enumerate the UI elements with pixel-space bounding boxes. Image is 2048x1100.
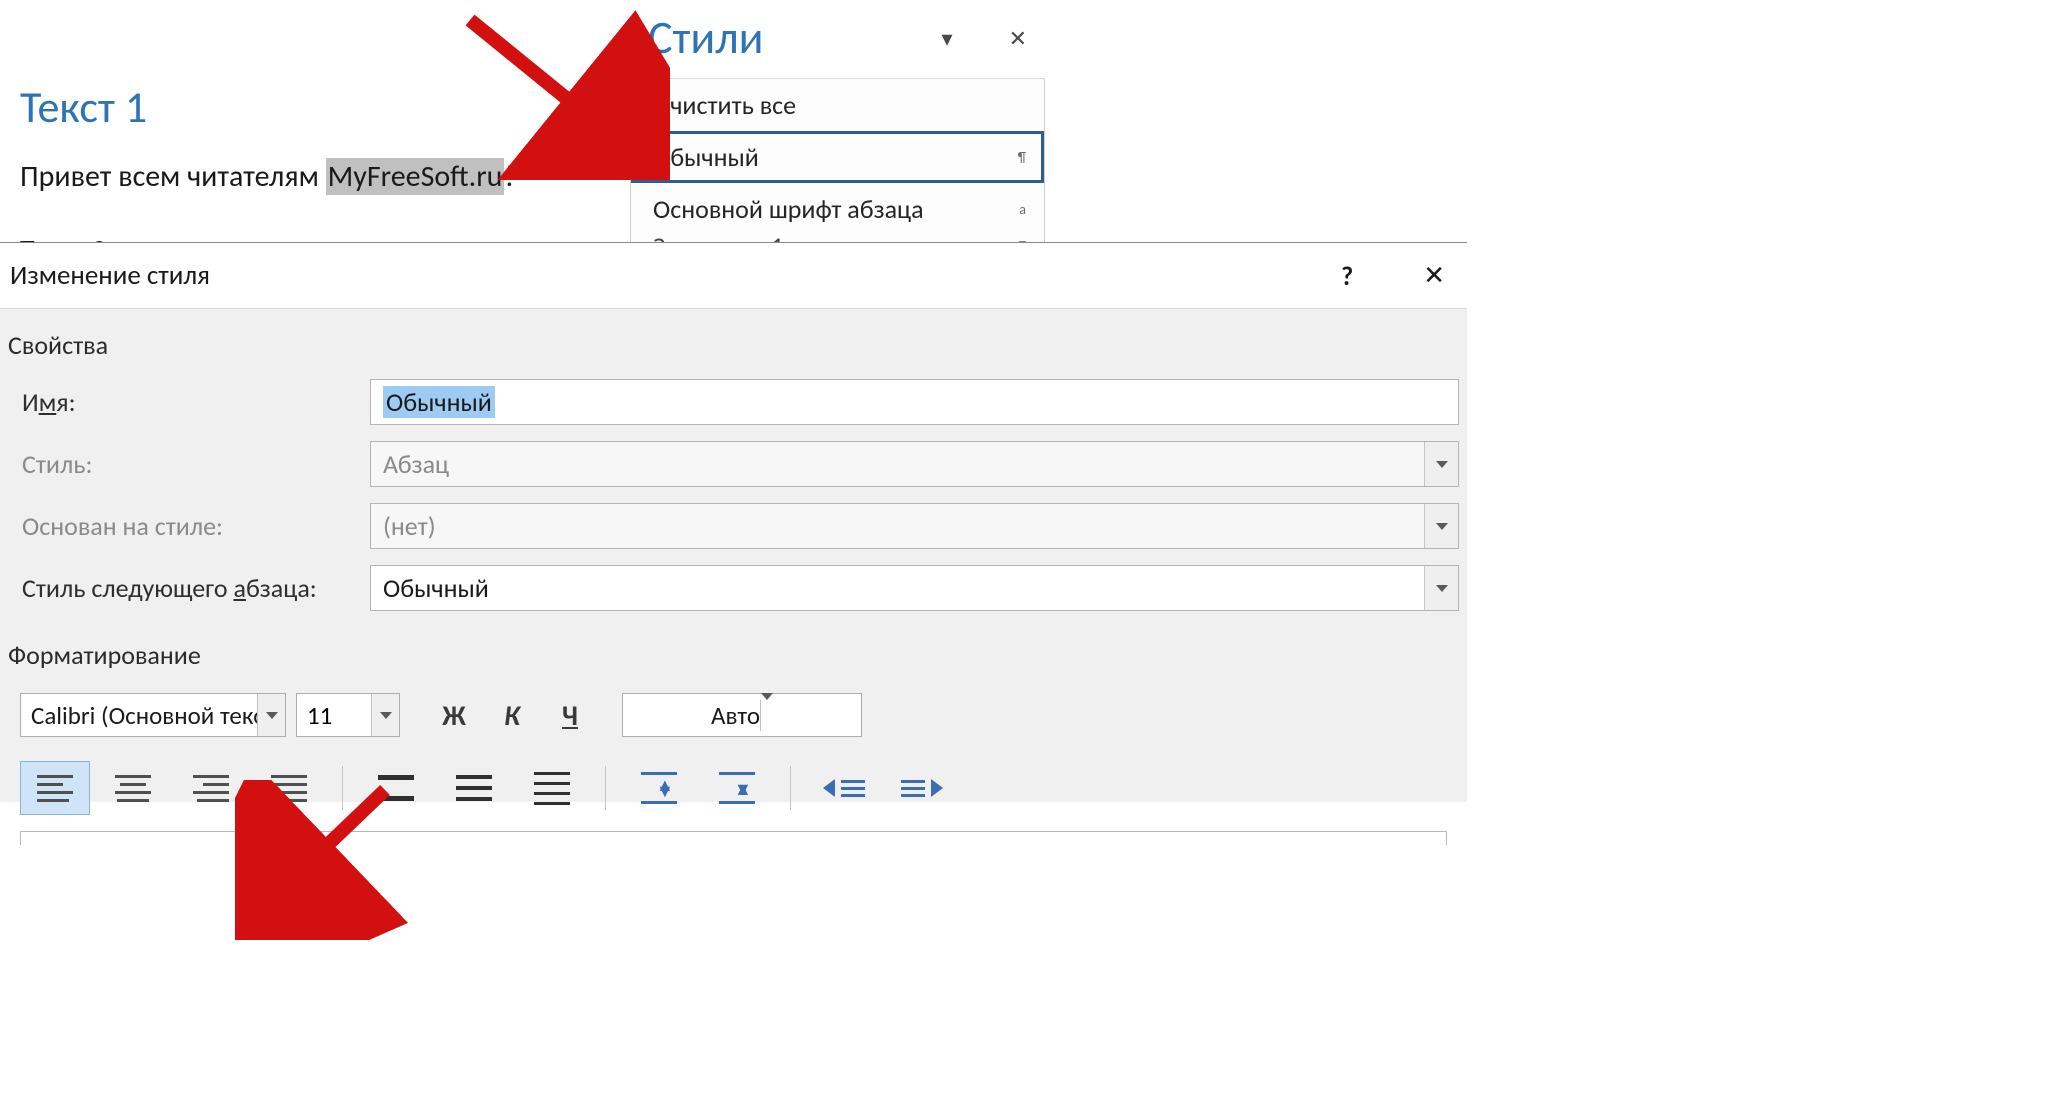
body-prefix: Привет всем читателям — [20, 158, 326, 195]
combo-value: (нет) — [383, 510, 436, 542]
based-on-combo[interactable]: (нет) — [370, 503, 1459, 549]
styles-pane: Стили ▾ ✕ Очистить все Обычный ¶ Основно… — [630, 0, 1045, 258]
line-spacing-1-button[interactable] — [361, 761, 431, 815]
pane-title: Стили — [648, 10, 764, 66]
chevron-down-icon[interactable] — [1424, 504, 1458, 548]
pane-title-row: Стили ▾ ✕ — [630, 0, 1045, 78]
style-item-clear-all[interactable]: Очистить все — [631, 79, 1044, 131]
chevron-down-icon[interactable] — [1424, 442, 1458, 486]
font-combo[interactable]: Calibri (Основной текст — [20, 693, 286, 737]
formatting-toolbar: Calibri (Основной текст 11 Ж К Ч Авто — [0, 681, 1467, 743]
properties-form: Имя: Обычный Стиль: Абзац Основан на сти… — [0, 371, 1467, 619]
line-spacing-icon — [378, 775, 414, 801]
style-item-marker: ¶ — [1018, 149, 1026, 166]
align-center-button[interactable] — [98, 761, 168, 815]
font-size-combo[interactable]: 11 — [296, 693, 400, 737]
combo-value: Абзац — [383, 448, 449, 480]
combo-value: Обычный — [383, 572, 489, 604]
next-style-combo[interactable]: Обычный — [370, 565, 1459, 611]
align-right-button[interactable] — [176, 761, 246, 815]
row-name: Имя: Обычный — [8, 371, 1459, 433]
separator — [605, 766, 606, 810]
font-combo-value: Calibri (Основной текст — [31, 700, 273, 731]
name-input-value: Обычный — [383, 386, 495, 418]
paragraph-toolbar: ▲▼ ▼▲ — [0, 743, 1467, 815]
style-item-label: Основной шрифт абзаца — [653, 193, 924, 225]
align-justify-button[interactable] — [254, 761, 324, 815]
help-icon[interactable]: ? — [1341, 260, 1353, 292]
line-spacing-icon — [456, 775, 492, 801]
chevron-down-icon[interactable] — [1424, 566, 1458, 610]
style-item-marker: a — [1019, 201, 1026, 218]
row-style: Стиль: Абзац — [8, 433, 1459, 495]
decrease-indent-icon — [823, 779, 865, 797]
font-color-value: Авто — [711, 700, 760, 731]
pane-options-icon[interactable]: ▾ — [942, 25, 953, 52]
label-based: Основан на стиле: — [22, 510, 370, 542]
name-input[interactable]: Обычный — [370, 379, 1459, 425]
body-suffix: ! — [504, 158, 514, 195]
space-before-icon: ▲▼ — [641, 770, 677, 806]
decrease-indent-button[interactable] — [809, 761, 879, 815]
chevron-down-icon[interactable] — [257, 694, 285, 736]
separator — [790, 766, 791, 810]
separator — [342, 766, 343, 810]
space-after-button[interactable]: ▼▲ — [702, 761, 772, 815]
bold-button[interactable]: Ж — [430, 693, 478, 737]
style-type-combo[interactable]: Абзац — [370, 441, 1459, 487]
italic-button[interactable]: К — [488, 693, 536, 737]
body-line[interactable]: Привет всем читателям MyFreeSoft.ru! — [20, 156, 514, 198]
line-spacing-15-button[interactable] — [439, 761, 509, 815]
styles-list: Очистить все Обычный ¶ Основной шрифт аб… — [630, 78, 1045, 258]
line-spacing-2-button[interactable] — [517, 761, 587, 815]
row-next-style: Стиль следующего абзаца: Обычный — [8, 557, 1459, 619]
chevron-down-icon[interactable] — [760, 700, 773, 731]
section-properties: Свойства — [0, 309, 1467, 371]
dialog-title: Изменение стиля — [10, 259, 210, 292]
style-item-label: Обычный — [653, 141, 759, 173]
align-left-button[interactable] — [20, 761, 90, 815]
increase-indent-icon — [901, 779, 943, 797]
align-center-icon — [115, 775, 151, 802]
dialog-titlebar: Изменение стиля ? ✕ — [0, 243, 1467, 309]
space-before-button[interactable]: ▲▼ — [624, 761, 694, 815]
close-icon[interactable]: ✕ — [1423, 260, 1445, 292]
label-style: Стиль: — [22, 448, 370, 480]
align-right-icon — [193, 775, 229, 802]
row-based-on: Основан на стиле: (нет) — [8, 495, 1459, 557]
style-item-label: Очистить все — [653, 89, 796, 121]
increase-indent-button[interactable] — [887, 761, 957, 815]
style-item-normal[interactable]: Обычный ¶ — [631, 131, 1044, 183]
body-selected-text[interactable]: MyFreeSoft.ru — [326, 158, 505, 195]
space-after-icon: ▼▲ — [719, 770, 755, 806]
chevron-down-icon[interactable] — [371, 694, 399, 736]
style-item-default-paragraph-font[interactable]: Основной шрифт абзаца a — [631, 183, 1044, 235]
pane-close-icon[interactable]: ✕ — [1009, 25, 1027, 52]
label-name: Имя: — [22, 386, 370, 418]
section-formatting: Форматирование — [0, 619, 1467, 681]
preview-box — [20, 831, 1447, 845]
modify-style-dialog: Изменение стиля ? ✕ Свойства Имя: Обычны… — [0, 242, 1467, 802]
font-color-combo[interactable]: Авто — [622, 693, 862, 737]
font-size-value: 11 — [307, 700, 332, 731]
align-justify-icon — [271, 775, 307, 802]
line-spacing-icon — [534, 772, 570, 805]
underline-button[interactable]: Ч — [546, 693, 594, 737]
align-left-icon — [37, 775, 73, 802]
label-next: Стиль следующего абзаца: — [22, 572, 370, 604]
